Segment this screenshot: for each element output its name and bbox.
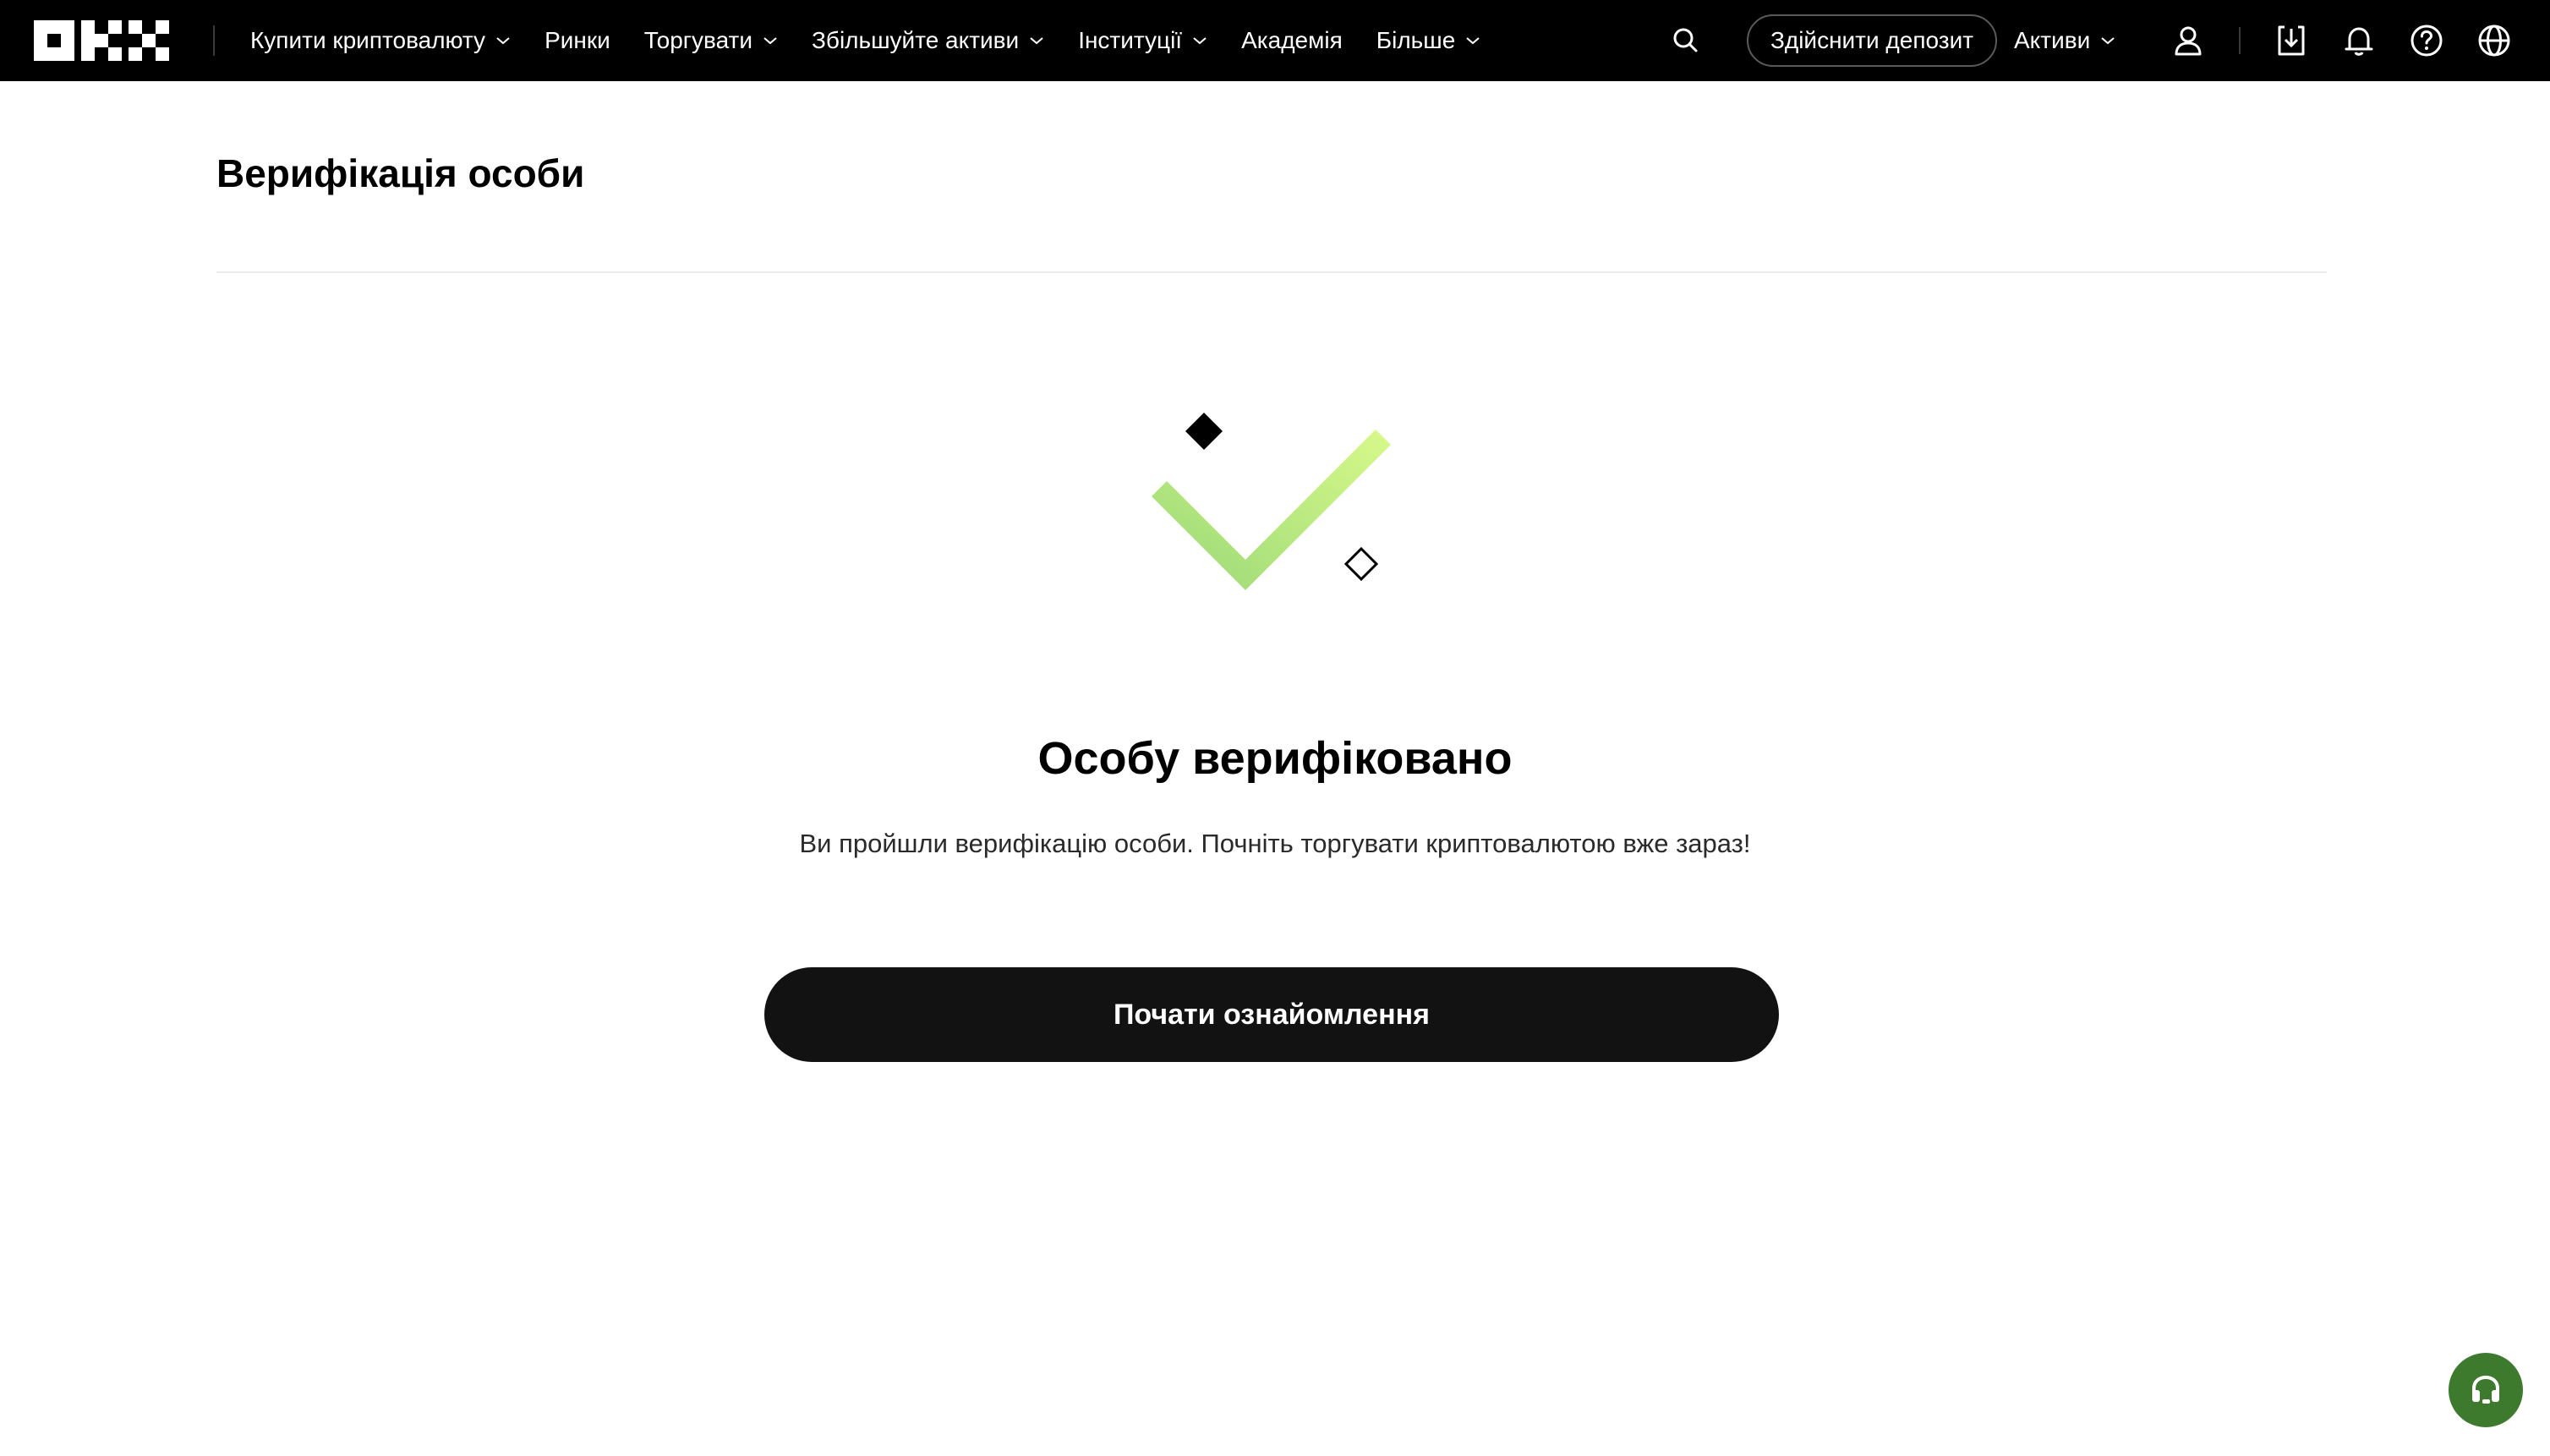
nav-item-grow[interactable]: Збільшуйте активи — [812, 0, 1044, 81]
nav-item-label: Інституції — [1078, 27, 1183, 53]
search-button[interactable] — [1666, 20, 1706, 61]
nav-item-more[interactable]: Більше — [1376, 0, 1481, 81]
nav-item-label: Більше — [1376, 27, 1456, 53]
headset-icon — [2472, 1375, 2499, 1404]
deposit-button[interactable]: Здійснити депозит — [1747, 14, 1997, 67]
okx-logo[interactable] — [34, 20, 169, 61]
help-icon — [2410, 25, 2443, 57]
nav-menu: Купити криптовалюту Ринки Торгувати Збіл… — [250, 0, 1514, 81]
help-button[interactable] — [2406, 20, 2447, 61]
user-icon — [2175, 26, 2202, 56]
notifications-button[interactable] — [2339, 20, 2379, 61]
search-icon — [1673, 28, 1698, 52]
download-icon — [2278, 25, 2305, 56]
page-title: Верифікація особи — [216, 151, 585, 195]
bell-icon — [2345, 27, 2373, 56]
nav-item-academy[interactable]: Академія — [1241, 0, 1343, 81]
language-button[interactable] — [2474, 20, 2514, 61]
start-exploring-button[interactable]: Почати ознайомлення — [764, 967, 1779, 1062]
nav-item-label: Ринки — [544, 27, 610, 53]
support-chat-button[interactable] — [2449, 1353, 2523, 1427]
chevron-down-icon — [496, 37, 510, 45]
assets-menu[interactable]: Активи — [2014, 0, 2115, 81]
top-navbar: Купити криптовалюту Ринки Торгувати Збіл… — [0, 0, 2550, 81]
page: Купити криптовалюту Ринки Торгувати Збіл… — [0, 0, 2550, 1456]
chevron-down-icon — [2101, 37, 2115, 45]
nav-item-label: Академія — [1241, 27, 1343, 53]
success-heading: Особу верифіковано — [1037, 733, 1513, 784]
diamond-decor-outline — [1343, 546, 1379, 582]
nav-item-buy-crypto[interactable]: Купити криптовалюту — [250, 0, 511, 81]
nav-item-institutions[interactable]: Інституції — [1078, 0, 1207, 81]
nav-item-markets[interactable]: Ринки — [544, 0, 610, 81]
download-button[interactable] — [2271, 20, 2312, 61]
user-button[interactable] — [2168, 20, 2208, 61]
nav-item-trade[interactable]: Торгувати — [644, 0, 778, 81]
check-icon — [1152, 413, 1391, 590]
nav-divider — [2239, 27, 2241, 54]
nav-divider — [213, 25, 215, 56]
success-illustration — [1133, 402, 1420, 622]
nav-item-label: Купити криптовалюту — [250, 27, 486, 53]
chevron-down-icon — [1466, 37, 1480, 45]
success-description: Ви пройшли верифікацію особи. Почніть то… — [799, 829, 1751, 858]
nav-item-label: Торгувати — [643, 27, 752, 53]
chevron-down-icon — [763, 37, 777, 45]
assets-label: Активи — [2014, 27, 2091, 53]
diamond-decor-filled — [1185, 413, 1223, 450]
chevron-down-icon — [1030, 37, 1043, 45]
nav-item-label: Збільшуйте активи — [812, 27, 1020, 53]
chevron-down-icon — [1193, 37, 1207, 45]
title-divider — [216, 271, 2327, 273]
globe-icon — [2478, 25, 2510, 57]
